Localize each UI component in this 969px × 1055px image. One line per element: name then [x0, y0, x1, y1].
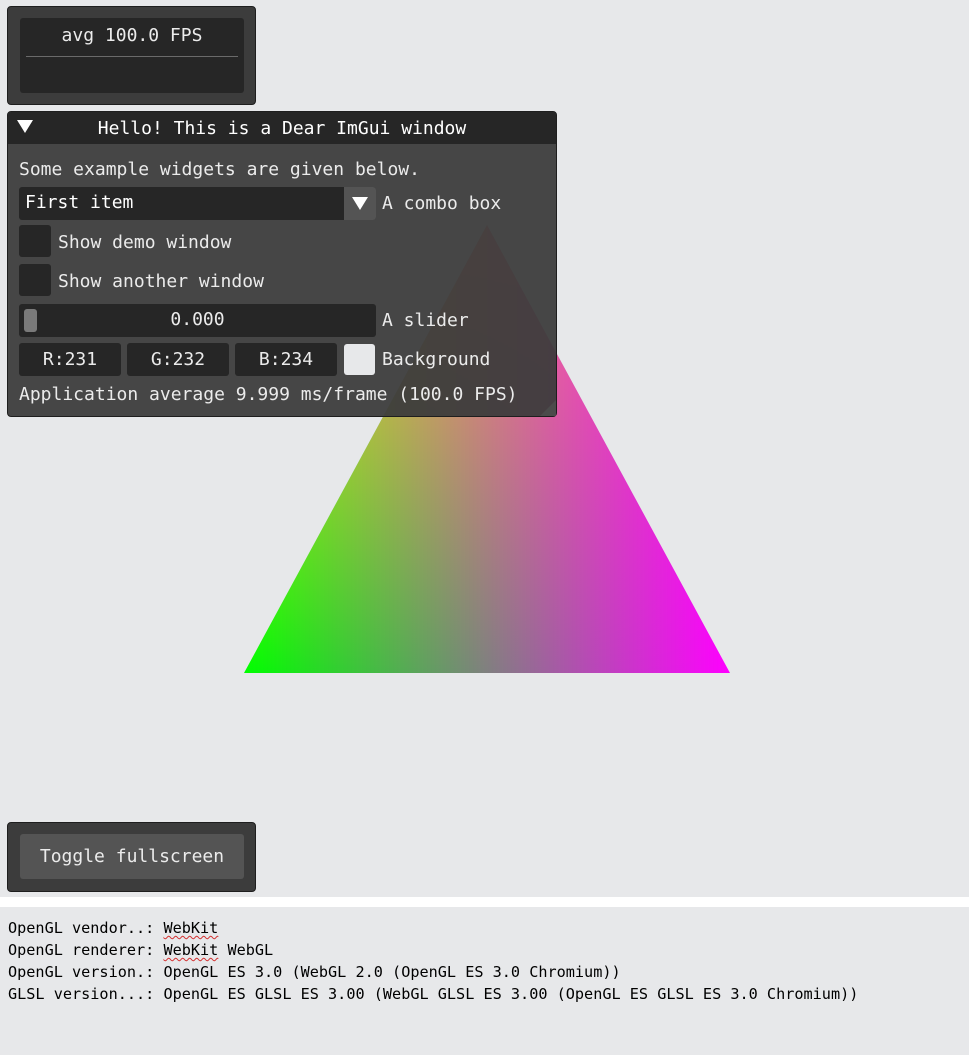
slider-label: A slider	[382, 310, 469, 331]
float-slider[interactable]: 0.000	[19, 304, 376, 337]
glsl-value: OpenGL ES GLSL ES 3.00 (WebGL GLSL ES 3.…	[163, 985, 859, 1003]
fps-average-text: avg 100.0 FPS	[61, 25, 203, 46]
renderer-value-webgl: WebGL	[218, 941, 274, 959]
vendor-label: OpenGL vendor..:	[8, 919, 164, 937]
background-color-label: Background	[382, 349, 491, 370]
fps-overlay-window: avg 100.0 FPS	[7, 6, 256, 105]
renderer-value-webkit: WebKit	[163, 941, 219, 959]
combo-box[interactable]: First item	[19, 187, 376, 220]
toggle-fullscreen-button[interactable]: Toggle fullscreen	[20, 834, 244, 879]
glsl-label: GLSL version...:	[8, 985, 164, 1003]
version-value: OpenGL ES 3.0 (WebGL 2.0 (OpenGL ES 3.0 …	[163, 963, 621, 981]
show-another-window-checkbox[interactable]	[19, 264, 51, 296]
intro-text: Some example widgets are given below.	[19, 159, 420, 180]
color-green-field[interactable]: G:232	[127, 343, 229, 376]
canvas-separator	[0, 897, 969, 907]
renderer-label: OpenGL renderer:	[8, 941, 164, 959]
fps-separator	[26, 56, 238, 57]
slider-value: 0.000	[170, 309, 225, 330]
show-demo-window-label[interactable]: Show demo window	[58, 232, 231, 253]
window-titlebar[interactable]: Hello! This is a Dear ImGui window	[8, 112, 556, 144]
version-label: OpenGL version.:	[8, 963, 164, 981]
window-title: Hello! This is a Dear ImGui window	[97, 118, 467, 139]
resize-grip-icon[interactable]	[540, 400, 556, 416]
gl-info-text: OpenGL vendor..: WebKit OpenGL renderer:…	[8, 917, 858, 1005]
show-another-window-label[interactable]: Show another window	[58, 271, 264, 292]
hello-imgui-window[interactable]: Hello! This is a Dear ImGui window Some …	[7, 111, 557, 417]
combo-dropdown-button[interactable]	[344, 187, 376, 220]
combo-label: A combo box	[382, 193, 502, 214]
vendor-value: WebKit	[163, 919, 219, 937]
application-average-text: Application average 9.999 ms/frame (100.…	[19, 384, 518, 405]
toggle-fullscreen-window: Toggle fullscreen	[7, 822, 256, 892]
combo-selected-value: First item	[25, 192, 134, 213]
fps-child-frame: avg 100.0 FPS	[20, 18, 244, 93]
chevron-down-icon	[352, 197, 368, 210]
show-demo-window-checkbox[interactable]	[19, 225, 51, 257]
color-red-field[interactable]: R:231	[19, 343, 121, 376]
color-swatch-button[interactable]	[344, 344, 375, 375]
color-blue-field[interactable]: B:234	[235, 343, 337, 376]
